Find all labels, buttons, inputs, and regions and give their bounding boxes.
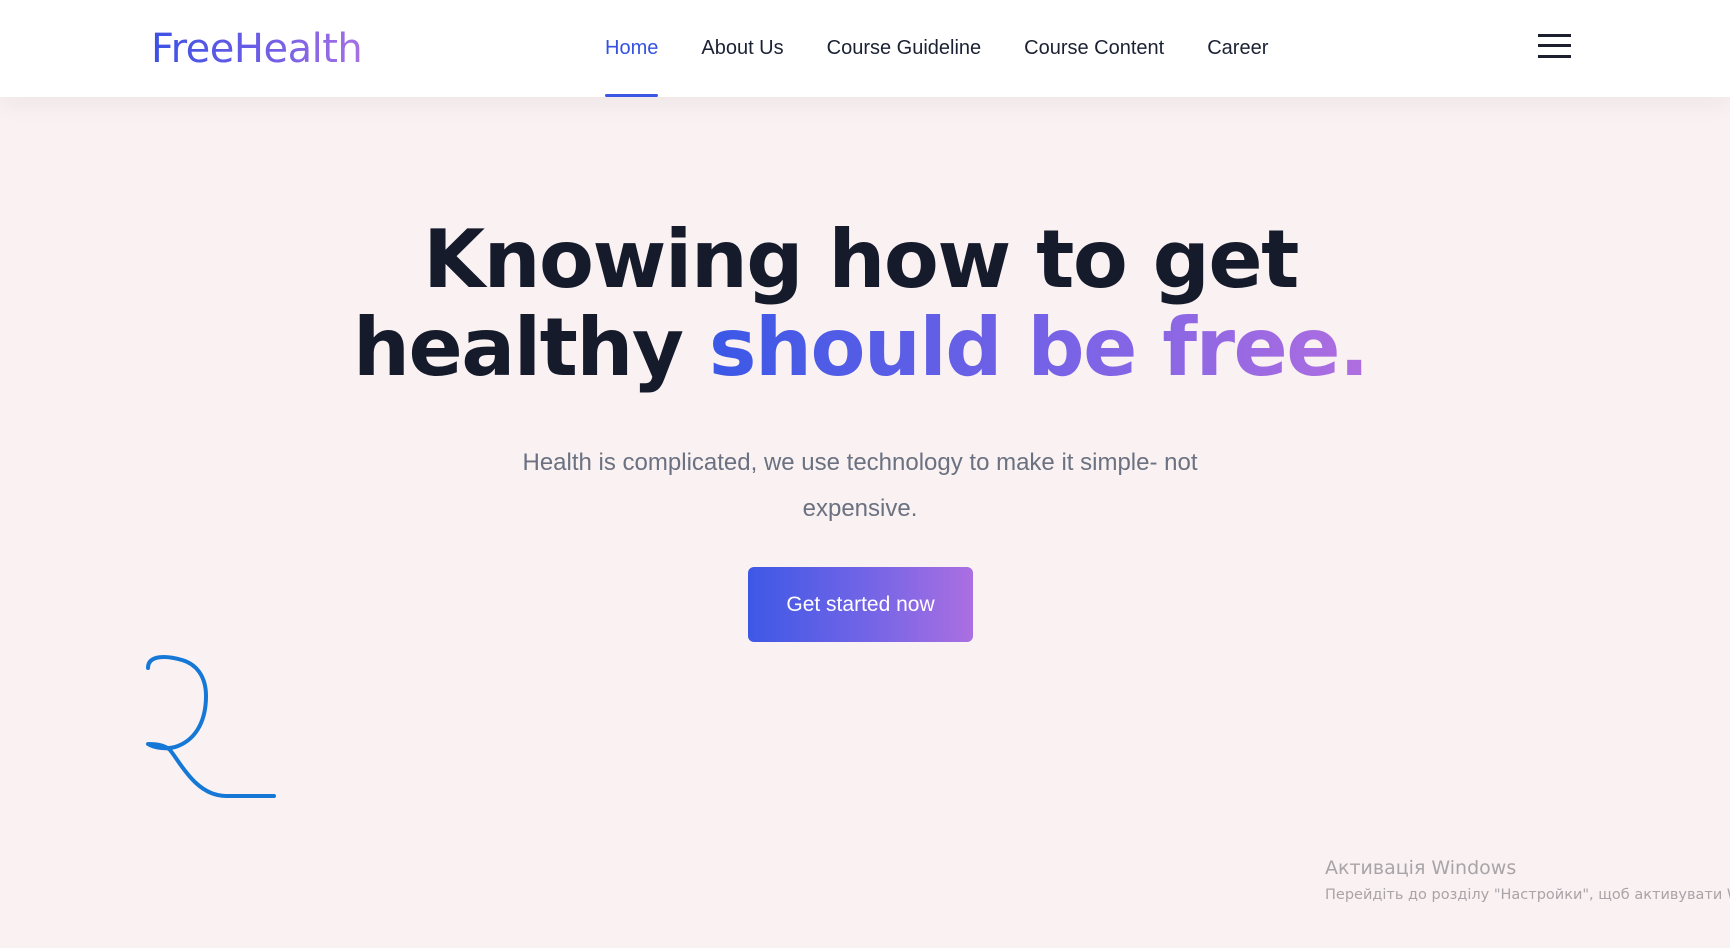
get-started-button[interactable]: Get started now (748, 567, 973, 642)
hero-title-accent: should be free. (708, 301, 1370, 394)
nav-item-about-us[interactable]: About Us (701, 0, 783, 97)
nav-item-home[interactable]: Home (605, 0, 659, 97)
menu-bar (1538, 55, 1571, 58)
windows-activation-watermark: Активація Windows Перейдіть до розділу "… (1325, 855, 1730, 905)
hero-subtitle: Health is complicated, we use technology… (522, 449, 1198, 522)
site-header: FreeHealth Home About Us Course Guidelin… (0, 0, 1730, 97)
menu-bar (1538, 44, 1571, 47)
site-logo[interactable]: FreeHealth (151, 22, 363, 76)
hero-title-line-2: healthy should be free. (0, 304, 1721, 392)
hero-title: Knowing how to get healthy should be fre… (0, 216, 1721, 392)
hamburger-menu-icon[interactable] (1536, 31, 1576, 65)
hero-title-line-1: Knowing how to get (423, 213, 1299, 306)
watermark-text: Перейдіть до розділу "Настройки", щоб ак… (1325, 887, 1730, 903)
watermark-title: Активація Windows (1325, 857, 1517, 879)
main-nav: Home About Us Course Guideline Course Co… (605, 0, 1311, 97)
hand-drawn-annotation (146, 655, 276, 798)
menu-bar (1538, 34, 1571, 37)
nav-item-course-guideline[interactable]: Course Guideline (827, 0, 982, 97)
nav-item-course-content[interactable]: Course Content (1024, 0, 1164, 97)
hero-title-plain: healthy (353, 301, 684, 394)
nav-item-career[interactable]: Career (1207, 0, 1268, 97)
